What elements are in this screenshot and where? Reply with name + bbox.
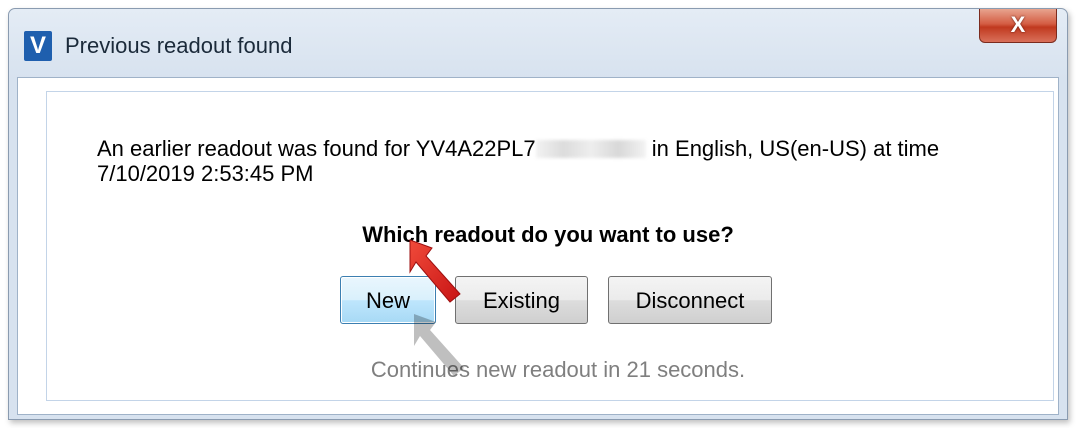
message-text-prefix: An earlier readout was found for YV4A22P… — [97, 136, 536, 161]
message-timestamp: 7/10/2019 2:53:45 PM — [97, 161, 314, 186]
annotation-arrow-icon — [409, 239, 464, 376]
disconnect-button[interactable]: Disconnect — [608, 276, 772, 324]
dialog-client-area: An earlier readout was found for YV4A22P… — [17, 77, 1059, 415]
dialog-window: V Previous readout found X An earlier re… — [8, 8, 1068, 420]
question-label: Which readout do you want to use? — [362, 222, 734, 247]
close-icon: X — [1010, 12, 1026, 37]
readout-message: An earlier readout was found for YV4A22P… — [97, 136, 1017, 186]
redacted-vin — [535, 140, 646, 158]
title-bar[interactable]: V Previous readout found — [9, 9, 1067, 73]
message-text-suffix: in English, US(en-US) at time — [645, 136, 940, 161]
app-logo-icon: V — [24, 31, 52, 61]
close-button[interactable]: X — [979, 9, 1057, 43]
window-title: Previous readout found — [65, 33, 293, 58]
countdown-text: Continues new readout in 21 seconds. — [370, 357, 746, 382]
